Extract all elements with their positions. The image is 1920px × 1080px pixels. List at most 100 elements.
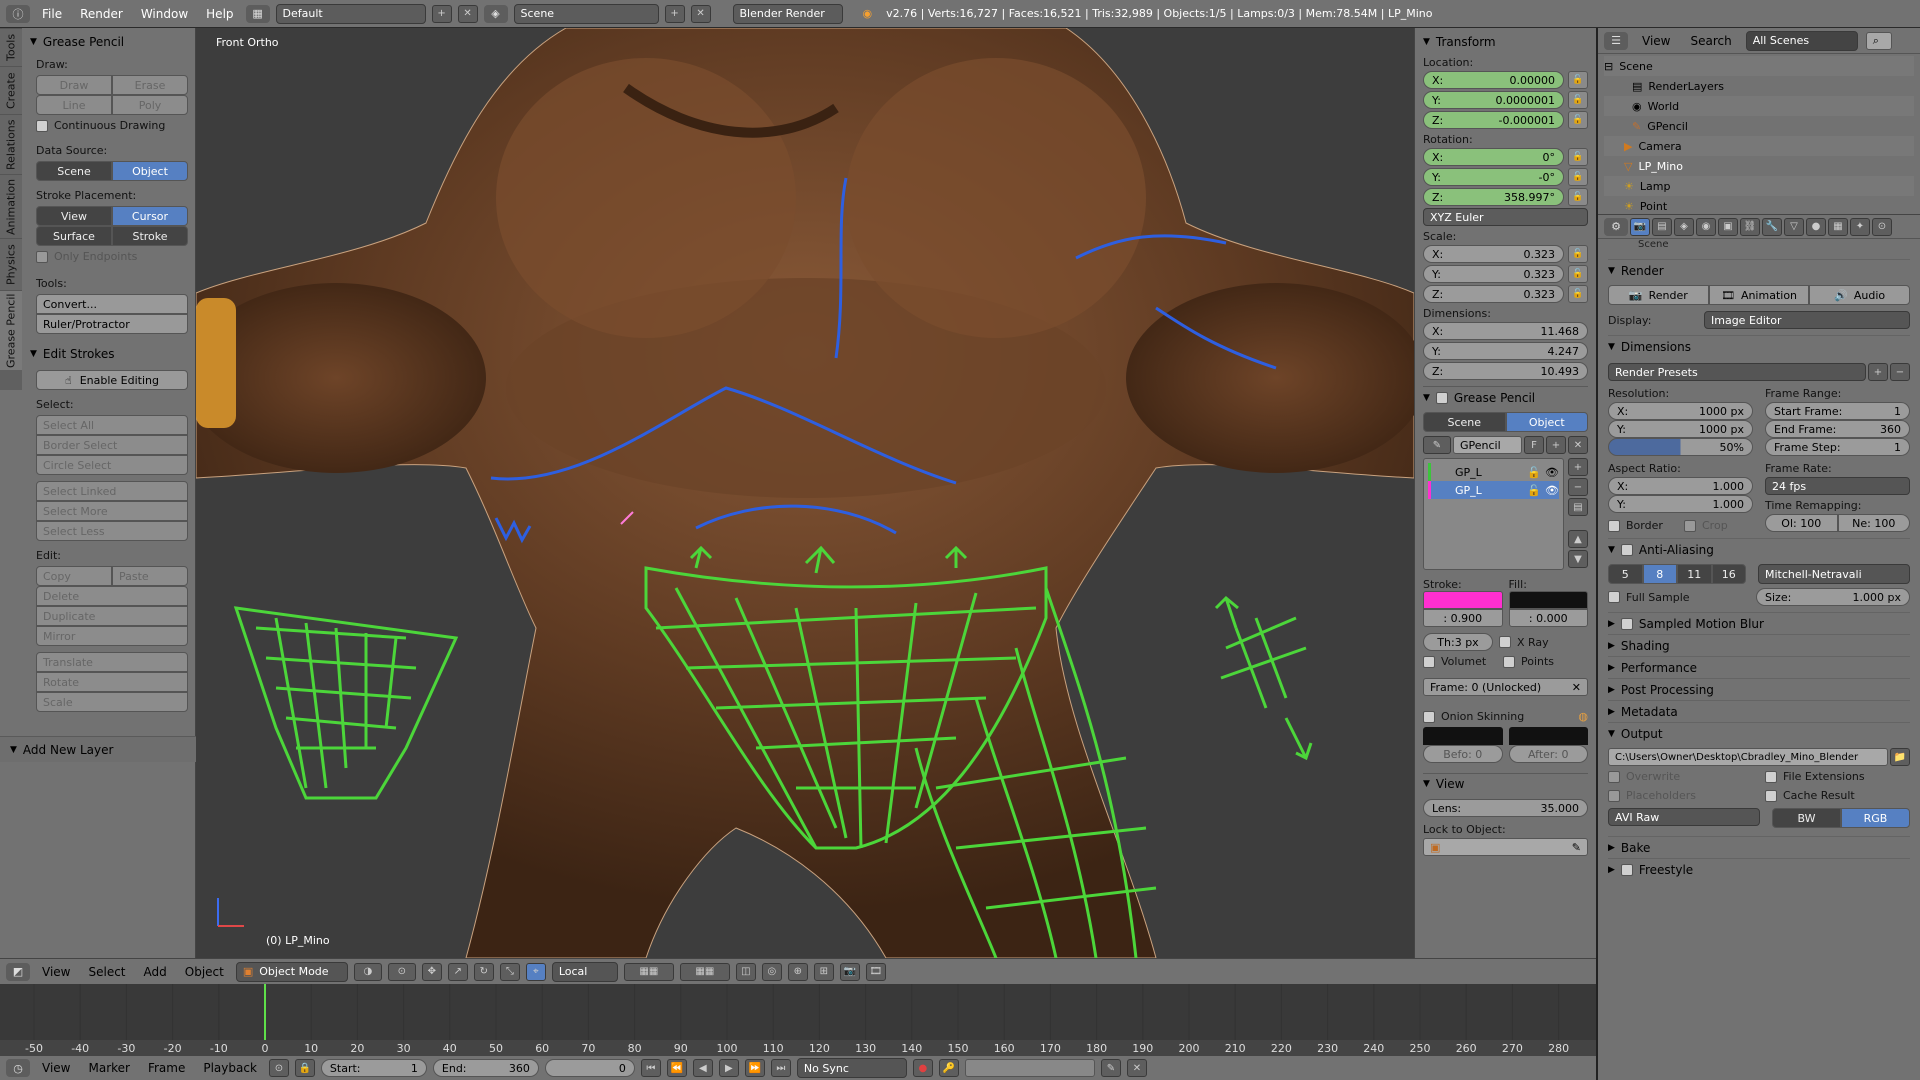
add-layout-icon[interactable]: + bbox=[431, 4, 452, 23]
record-icon[interactable]: ● bbox=[912, 1059, 933, 1077]
overwrite-checkbox[interactable] bbox=[1608, 770, 1620, 783]
lock-icon[interactable]: 🔓 bbox=[1568, 265, 1588, 283]
jump-end-icon[interactable]: ⏭ bbox=[770, 1059, 791, 1077]
3d-viewport[interactable]: Front Ortho (0) LP_Mino bbox=[196, 28, 1414, 958]
res-y-field[interactable]: Y: 1000 px bbox=[1608, 420, 1753, 438]
current-frame-field[interactable]: 0 bbox=[544, 1059, 635, 1077]
keying-set-icon[interactable]: 🔑 bbox=[938, 1059, 959, 1077]
proportional-icon[interactable]: ◎ bbox=[761, 962, 782, 981]
tl-menu-marker[interactable]: Marker bbox=[82, 1061, 135, 1075]
layers-tab-icon[interactable]: ▤ bbox=[1652, 217, 1672, 236]
mode-dropdown[interactable]: ▣ Object Mode bbox=[235, 961, 348, 982]
snap-icon[interactable]: ⊕ bbox=[787, 962, 808, 981]
outliner-item-camera[interactable]: ▶ Camera bbox=[1604, 136, 1914, 156]
manip-toggle-icon[interactable]: ⌖ bbox=[525, 962, 546, 981]
stroke-alpha-field[interactable]: : 0.900 bbox=[1423, 609, 1503, 627]
lock-icon[interactable]: 🔓 bbox=[1568, 285, 1588, 303]
gp-layer-item-active[interactable]: GP_L 🔓 👁 bbox=[1428, 481, 1559, 499]
dimensions-x-field[interactable]: X: 11.468 bbox=[1423, 322, 1588, 340]
bw-button[interactable]: BW bbox=[1772, 808, 1841, 828]
outliner-editor-icon[interactable]: ☰ bbox=[1604, 31, 1628, 50]
fps-dropdown[interactable]: 24 fps bbox=[1765, 477, 1910, 495]
texture-tab-icon[interactable]: ▦ bbox=[1828, 217, 1848, 236]
lock-icon[interactable]: 🔓 bbox=[1568, 188, 1588, 206]
tl-menu-view[interactable]: View bbox=[36, 1061, 76, 1075]
menu-file[interactable]: File bbox=[36, 7, 68, 21]
location-z-field[interactable]: Z: -0.000001 bbox=[1423, 111, 1564, 129]
line-button[interactable]: Line bbox=[36, 95, 112, 115]
lock-icon[interactable]: 🔓 bbox=[1527, 466, 1541, 479]
translate-button[interactable]: Translate bbox=[36, 652, 188, 672]
rotation-z-field[interactable]: Z: 358.997° bbox=[1423, 188, 1564, 206]
opengl-render-icon[interactable]: 📷 bbox=[839, 962, 860, 981]
lock-icon[interactable]: 🔓 bbox=[1568, 111, 1588, 129]
lock-to-object-field[interactable]: ▣ ✎ bbox=[1423, 838, 1588, 856]
layer-menu-icon[interactable]: ▤ bbox=[1568, 498, 1588, 516]
gp-source-object[interactable]: Object bbox=[1505, 412, 1588, 432]
circle-select-button[interactable]: Circle Select bbox=[36, 455, 188, 475]
tab-create[interactable]: Create bbox=[0, 66, 22, 114]
bake-section[interactable]: ▶ Bake bbox=[1608, 836, 1910, 858]
copy-button[interactable]: Copy bbox=[36, 566, 112, 586]
select-linked-button[interactable]: Select Linked bbox=[36, 481, 188, 501]
menu-window[interactable]: Window bbox=[135, 7, 194, 21]
grease-pencil-panel-header[interactable]: ▼ Grease Pencil bbox=[30, 32, 188, 52]
fill-color-swatch[interactable] bbox=[1508, 591, 1588, 609]
select-less-button[interactable]: Select Less bbox=[36, 521, 188, 541]
stroke-color-swatch[interactable] bbox=[1423, 591, 1503, 609]
fill-alpha-field[interactable]: : 0.000 bbox=[1508, 609, 1588, 627]
convert-button[interactable]: Convert... bbox=[36, 294, 188, 314]
lock-icon[interactable]: 🔓 bbox=[1568, 91, 1588, 109]
outliner-item-gpencil[interactable]: ✎ GPencil bbox=[1604, 116, 1914, 136]
enable-editing-button[interactable]: ☝ Enable Editing bbox=[36, 370, 188, 390]
dimensions-z-field[interactable]: Z: 10.493 bbox=[1423, 362, 1588, 380]
outliner-item-lamp[interactable]: ☀ Lamp bbox=[1604, 176, 1914, 196]
opengl-anim-icon[interactable]: 🎞 bbox=[865, 962, 886, 981]
onion-before-color[interactable] bbox=[1423, 727, 1503, 745]
outliner-item-renderlayers[interactable]: ▤ RenderLayers bbox=[1604, 76, 1914, 96]
aa-samples-8[interactable]: 8 bbox=[1642, 564, 1677, 584]
metadata-section[interactable]: ▶ Metadata bbox=[1608, 700, 1910, 722]
gp-layer-item[interactable]: GP_L 🔓 👁 bbox=[1428, 463, 1559, 481]
outliner-item-scene[interactable]: ⊟ Scene bbox=[1604, 56, 1914, 76]
frame-field[interactable]: Frame: 0 (Unlocked) ✕ bbox=[1423, 678, 1588, 696]
play-reverse-icon[interactable]: ◀ bbox=[692, 1059, 713, 1077]
lock-icon[interactable]: 🔓 bbox=[1568, 71, 1588, 89]
render-button[interactable]: 📷 Render bbox=[1608, 285, 1709, 305]
thickness-field[interactable]: Th:3 px bbox=[1423, 633, 1493, 651]
eye-icon[interactable]: 👁 bbox=[1545, 484, 1559, 497]
insert-key-icon[interactable]: ✎ bbox=[1100, 1059, 1121, 1077]
prev-keyframe-icon[interactable]: ⏪ bbox=[666, 1059, 687, 1077]
remove-layout-icon[interactable]: ✕ bbox=[457, 4, 478, 23]
tl-menu-frame[interactable]: Frame bbox=[142, 1061, 191, 1075]
dimensions-y-field[interactable]: Y: 4.247 bbox=[1423, 342, 1588, 360]
tab-grease-pencil[interactable]: Grease Pencil bbox=[0, 290, 22, 370]
delete-button[interactable]: Delete bbox=[36, 586, 188, 606]
paste-button[interactable]: Paste bbox=[112, 566, 188, 586]
display-dropdown[interactable]: Image Editor bbox=[1704, 311, 1910, 329]
points-checkbox[interactable] bbox=[1503, 655, 1515, 668]
gp-fake-user-button[interactable]: F bbox=[1524, 436, 1544, 454]
filter-size-field[interactable]: Size: 1.000 px bbox=[1756, 588, 1910, 606]
render-section-header[interactable]: ▼ Render bbox=[1608, 259, 1910, 281]
gp-add-icon[interactable]: + bbox=[1546, 436, 1566, 454]
dimensions-section-header[interactable]: ▼ Dimensions bbox=[1608, 335, 1910, 357]
add-new-layer-header[interactable]: ▼ Add New Layer bbox=[0, 736, 196, 762]
shading-section[interactable]: ▶ Shading bbox=[1608, 634, 1910, 656]
scene-tab-icon[interactable]: ◈ bbox=[1674, 217, 1694, 236]
render-engine-selector[interactable]: Blender Render bbox=[732, 3, 843, 24]
aa-samples-5[interactable]: 5 bbox=[1608, 564, 1643, 584]
edit-strokes-header[interactable]: ▼ Edit Strokes bbox=[30, 344, 188, 364]
scale-y-field[interactable]: Y: 0.323 bbox=[1423, 265, 1564, 283]
layout-icon[interactable]: ▦ bbox=[245, 4, 270, 23]
constraints-tab-icon[interactable]: ⛓ bbox=[1740, 217, 1760, 236]
freestyle-checkbox[interactable] bbox=[1620, 863, 1633, 876]
draw-button[interactable]: Draw bbox=[36, 75, 112, 95]
shading-icon[interactable]: ◑ bbox=[353, 962, 382, 981]
only-endpoints-checkbox[interactable] bbox=[36, 250, 48, 263]
render-layers-icon[interactable]: ◫ bbox=[735, 962, 756, 981]
scale-x-field[interactable]: X: 0.323 bbox=[1423, 245, 1564, 263]
rotate-button[interactable]: Rotate bbox=[36, 672, 188, 692]
gp-datablock-name[interactable]: GPencil bbox=[1453, 436, 1522, 454]
new-field[interactable]: Ne: 100 bbox=[1837, 514, 1910, 532]
